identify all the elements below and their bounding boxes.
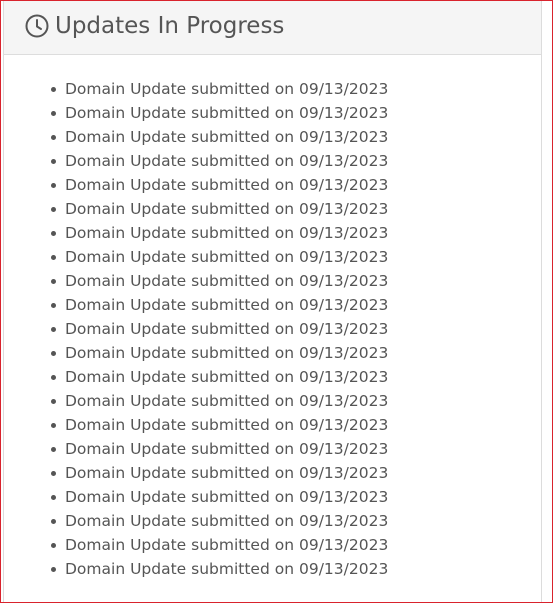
bullet-icon	[51, 327, 56, 332]
bullet-icon	[51, 519, 56, 524]
bullet-icon	[51, 447, 56, 452]
list-item: Domain Update submitted on 09/13/2023	[1, 173, 388, 197]
update-text: Domain Update submitted on 09/13/2023	[65, 104, 389, 122]
update-text: Domain Update submitted on 09/13/2023	[65, 224, 389, 242]
bullet-icon	[51, 567, 56, 572]
list-item: Domain Update submitted on 09/13/2023	[1, 269, 388, 293]
bullet-icon	[51, 255, 56, 260]
bullet-icon	[51, 303, 56, 308]
update-text: Domain Update submitted on 09/13/2023	[65, 512, 389, 530]
list-item: Domain Update submitted on 09/13/2023	[1, 197, 388, 221]
update-text: Domain Update submitted on 09/13/2023	[65, 320, 389, 338]
bullet-icon	[51, 375, 56, 380]
update-text: Domain Update submitted on 09/13/2023	[65, 296, 389, 314]
update-text: Domain Update submitted on 09/13/2023	[65, 416, 389, 434]
list-item: Domain Update submitted on 09/13/2023	[1, 437, 388, 461]
list-item: Domain Update submitted on 09/13/2023	[1, 413, 388, 437]
update-text: Domain Update submitted on 09/13/2023	[65, 128, 389, 146]
bullet-icon	[51, 471, 56, 476]
update-text: Domain Update submitted on 09/13/2023	[65, 200, 389, 218]
bullet-icon	[51, 399, 56, 404]
updates-panel: Updates In Progress Domain Update submit…	[0, 0, 553, 603]
list-item: Domain Update submitted on 09/13/2023	[1, 245, 388, 269]
update-text: Domain Update submitted on 09/13/2023	[65, 368, 389, 386]
bullet-icon	[51, 351, 56, 356]
list-item: Domain Update submitted on 09/13/2023	[1, 125, 388, 149]
list-item: Domain Update submitted on 09/13/2023	[1, 341, 388, 365]
update-text: Domain Update submitted on 09/13/2023	[65, 440, 389, 458]
list-item: Domain Update submitted on 09/13/2023	[1, 557, 388, 581]
update-text: Domain Update submitted on 09/13/2023	[65, 272, 389, 290]
update-text: Domain Update submitted on 09/13/2023	[65, 488, 389, 506]
update-text: Domain Update submitted on 09/13/2023	[65, 392, 389, 410]
update-text: Domain Update submitted on 09/13/2023	[65, 176, 389, 194]
bullet-icon	[51, 231, 56, 236]
update-text: Domain Update submitted on 09/13/2023	[65, 560, 389, 578]
list-item: Domain Update submitted on 09/13/2023	[1, 317, 388, 341]
bullet-icon	[51, 87, 56, 92]
list-item: Domain Update submitted on 09/13/2023	[1, 509, 388, 533]
panel-title: Updates In Progress	[55, 13, 285, 39]
bullet-icon	[51, 207, 56, 212]
clock-icon	[25, 14, 49, 38]
list-item: Domain Update submitted on 09/13/2023	[1, 149, 388, 173]
list-item: Domain Update submitted on 09/13/2023	[1, 485, 388, 509]
bullet-icon	[51, 495, 56, 500]
bullet-icon	[51, 183, 56, 188]
list-item: Domain Update submitted on 09/13/2023	[1, 461, 388, 485]
panel-header: Updates In Progress	[4, 1, 541, 55]
update-text: Domain Update submitted on 09/13/2023	[65, 152, 389, 170]
bullet-icon	[51, 543, 56, 548]
update-text: Domain Update submitted on 09/13/2023	[65, 248, 389, 266]
list-item: Domain Update submitted on 09/13/2023	[1, 293, 388, 317]
list-item: Domain Update submitted on 09/13/2023	[1, 77, 388, 101]
bullet-icon	[51, 279, 56, 284]
update-list: Domain Update submitted on 09/13/2023 Dom…	[1, 77, 388, 581]
bullet-icon	[51, 159, 56, 164]
bullet-icon	[51, 423, 56, 428]
update-text: Domain Update submitted on 09/13/2023	[65, 344, 389, 362]
bullet-icon	[51, 135, 56, 140]
list-item: Domain Update submitted on 09/13/2023	[1, 533, 388, 557]
update-text: Domain Update submitted on 09/13/2023	[65, 80, 389, 98]
list-item: Domain Update submitted on 09/13/2023	[1, 389, 388, 413]
list-item: Domain Update submitted on 09/13/2023	[1, 101, 388, 125]
bullet-icon	[51, 111, 56, 116]
update-text: Domain Update submitted on 09/13/2023	[65, 536, 389, 554]
list-item: Domain Update submitted on 09/13/2023	[1, 365, 388, 389]
update-text: Domain Update submitted on 09/13/2023	[65, 464, 389, 482]
list-item: Domain Update submitted on 09/13/2023	[1, 221, 388, 245]
